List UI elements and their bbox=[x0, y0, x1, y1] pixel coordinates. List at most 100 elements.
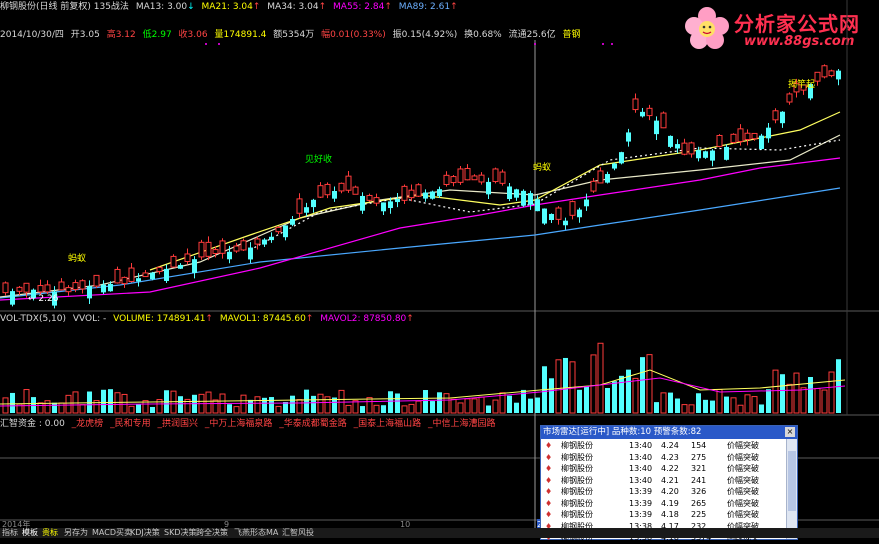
candle bbox=[724, 146, 729, 160]
candle bbox=[170, 255, 177, 268]
tab-lingcunwei[interactable]: 另存为 bbox=[64, 528, 88, 538]
radar-type: 价幅突破 bbox=[727, 441, 759, 450]
tab-macd[interactable]: MACD买卖 bbox=[92, 528, 132, 538]
volume-bar bbox=[590, 354, 597, 414]
candle bbox=[696, 150, 701, 159]
scrollbar-thumb[interactable] bbox=[788, 451, 796, 511]
volume-bar bbox=[275, 405, 282, 414]
candle bbox=[198, 241, 205, 258]
fund-item: _国泰上海福山路 bbox=[353, 419, 422, 429]
candle bbox=[780, 111, 785, 124]
candle bbox=[304, 207, 309, 213]
volume-bar bbox=[72, 391, 79, 414]
volume-bar bbox=[443, 393, 450, 414]
radar-row[interactable]: ♦ 柳钢股份 13:39 4.18 225 价幅突破 bbox=[543, 509, 781, 521]
volume-bar bbox=[514, 402, 519, 413]
tab-zhibiao[interactable]: 指标 bbox=[2, 528, 18, 538]
fund-item: _中信上海漕园路 bbox=[428, 419, 496, 429]
volume-bar bbox=[766, 389, 771, 413]
volume-bar bbox=[345, 404, 352, 414]
candle bbox=[212, 249, 219, 254]
candle bbox=[227, 251, 232, 260]
volume-bar bbox=[437, 392, 442, 413]
radar-type: 价幅突破 bbox=[727, 487, 759, 496]
tab-feiyan[interactable]: 飞燕形态MA bbox=[234, 528, 278, 538]
annotation-mayi-2: 蚂蚁 bbox=[533, 163, 552, 173]
radar-price: 4.22 bbox=[661, 464, 679, 473]
close-icon[interactable]: × bbox=[785, 427, 795, 437]
candle bbox=[317, 185, 324, 198]
candle bbox=[457, 168, 464, 183]
candle bbox=[101, 284, 106, 293]
candle bbox=[688, 142, 695, 155]
volume-bar bbox=[688, 404, 695, 414]
radar-type: 价幅突破 bbox=[727, 452, 759, 462]
volume-bar bbox=[311, 395, 316, 413]
volume-bar bbox=[366, 397, 373, 414]
radar-row[interactable]: ♦ 柳钢股份 13:39 4.20 326 价幅突破 bbox=[543, 486, 781, 498]
tab-huizhi[interactable]: 汇智风投 bbox=[282, 528, 314, 538]
fund-item: _拱润国兴 bbox=[157, 419, 198, 429]
volume-bar bbox=[290, 395, 295, 413]
volume-bar bbox=[584, 385, 589, 413]
candle bbox=[499, 171, 506, 184]
volume-bar bbox=[430, 401, 435, 413]
vol-vvol: VVOL: - bbox=[72, 314, 107, 324]
radar-row[interactable]: ♦ 柳钢股份 13:40 4.23 275 价幅突破 bbox=[543, 452, 781, 464]
candle bbox=[219, 240, 226, 254]
volume-bar bbox=[52, 402, 57, 413]
radar-scrollbar[interactable] bbox=[786, 439, 797, 539]
candle bbox=[563, 220, 568, 226]
candle bbox=[716, 134, 723, 147]
volume-bar bbox=[381, 405, 386, 413]
candle bbox=[521, 190, 526, 206]
volume-bar bbox=[478, 396, 485, 414]
candle bbox=[464, 167, 471, 181]
candle bbox=[128, 267, 135, 282]
candle bbox=[23, 282, 30, 293]
radar-row[interactable]: ♦ 柳钢股份 13:40 4.21 241 价幅突破 bbox=[543, 475, 781, 487]
candle bbox=[150, 272, 155, 280]
volume-bar bbox=[108, 389, 113, 413]
candle bbox=[605, 174, 610, 183]
radar-price: 4.23 bbox=[661, 452, 679, 462]
radar-time: 13:40 bbox=[629, 475, 653, 485]
candle bbox=[569, 201, 576, 216]
radar-titlebar[interactable]: 市场雷达[运行中] 品种数:10 预警条数:82 × bbox=[541, 426, 797, 439]
bell-icon: ♦ bbox=[545, 498, 553, 508]
volume-bar bbox=[269, 397, 274, 413]
radar-row[interactable]: ♦ 柳钢股份 13:40 4.24 154 价幅突破 bbox=[543, 440, 781, 452]
volume-bar bbox=[654, 402, 659, 413]
volume-bar bbox=[486, 405, 491, 413]
volume-bar bbox=[668, 392, 673, 413]
volume-bar bbox=[730, 397, 737, 414]
volume-bar bbox=[408, 403, 415, 414]
radar-row[interactable]: ♦ 柳钢股份 13:40 4.22 321 价幅突破 bbox=[543, 463, 781, 475]
radar-price: 4.21 bbox=[661, 475, 679, 485]
volume-bar bbox=[464, 398, 471, 414]
tab-kdj[interactable]: KDJ决策 bbox=[130, 528, 160, 538]
tab-guibiao[interactable]: 贵标 bbox=[42, 528, 58, 538]
candle bbox=[437, 189, 442, 197]
volume-bar bbox=[87, 391, 92, 413]
tab-skd[interactable]: SKD决策 bbox=[164, 528, 196, 538]
volume-bar bbox=[492, 399, 499, 414]
volume-bar bbox=[597, 342, 604, 414]
volume-bar bbox=[814, 387, 821, 414]
radar-row[interactable]: ♦ 柳钢股份 13:39 4.19 265 价幅突破 bbox=[543, 498, 781, 510]
market-radar-window[interactable]: 市场雷达[运行中] 品种数:10 预警条数:82 × ♦ 柳钢股份 13:40 4.2… bbox=[540, 425, 798, 542]
tab-kuaquan[interactable]: 跨全决策 bbox=[196, 528, 228, 538]
candle bbox=[44, 284, 51, 293]
volume-bar bbox=[471, 398, 478, 414]
candle bbox=[2, 282, 9, 294]
vol-mavol2: MAVOL2: 87850.80↑ bbox=[320, 314, 414, 324]
volume-bar bbox=[808, 377, 813, 413]
volume-bar bbox=[121, 393, 128, 414]
tab-moban[interactable]: 模板 bbox=[22, 528, 38, 538]
radar-type: 价幅突破 bbox=[727, 510, 759, 519]
candle bbox=[612, 163, 617, 169]
candle bbox=[401, 185, 408, 201]
volume-bar bbox=[101, 389, 106, 413]
candle bbox=[430, 191, 435, 199]
annotation-mayi-1: 蚂蚁 bbox=[68, 254, 87, 264]
